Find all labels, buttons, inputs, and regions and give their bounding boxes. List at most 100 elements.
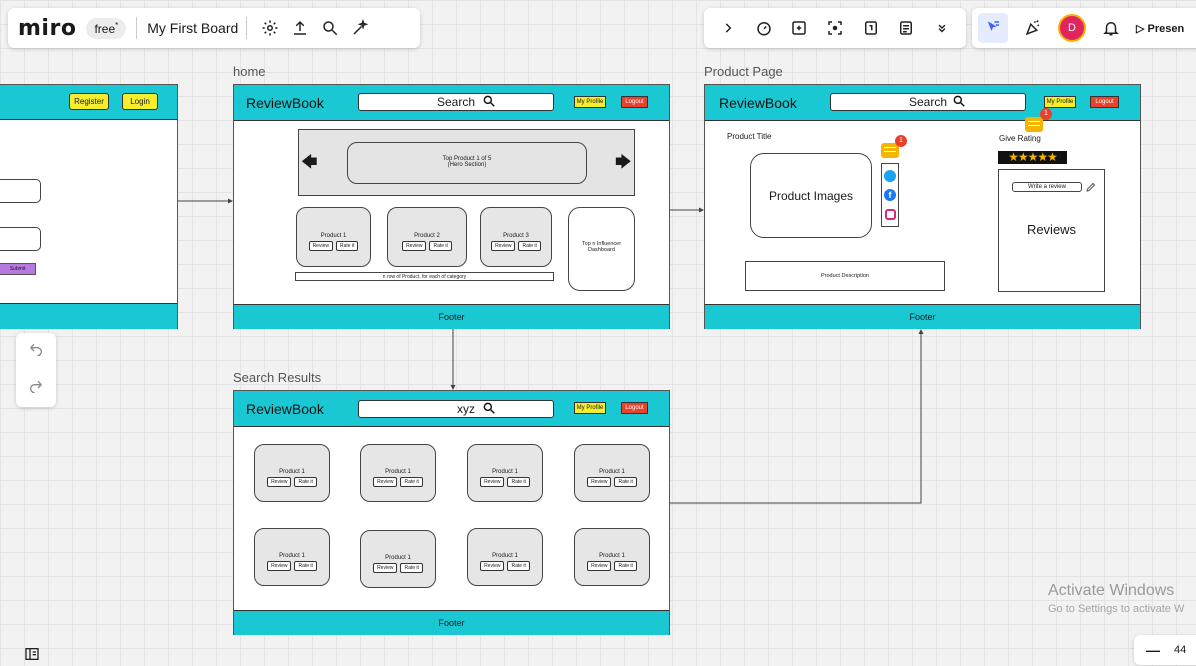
search-results-frame-label[interactable]: Search Results — [233, 370, 321, 385]
rate-button[interactable]: Rate it — [335, 241, 359, 251]
twitter-icon[interactable] — [884, 169, 896, 182]
pencil-icon[interactable] — [1085, 180, 1097, 198]
result-product-card[interactable]: Product 1 Review Rate it — [574, 528, 650, 586]
rate-button[interactable]: Rate it — [400, 563, 423, 573]
submit-button[interactable]: Submit — [0, 263, 36, 275]
miro-logo[interactable]: miro — [18, 16, 76, 41]
result-product-card[interactable]: Product 1 Review Rate it — [574, 444, 650, 502]
review-button[interactable]: Review — [267, 561, 292, 571]
results-search-icon[interactable] — [482, 401, 496, 420]
login-button[interactable]: Login — [122, 93, 158, 110]
review-button[interactable]: Review — [267, 477, 292, 487]
product-search-input[interactable]: Search — [830, 93, 1026, 111]
undo-icon[interactable] — [28, 342, 44, 361]
star-icon[interactable]: ★ — [1037, 150, 1048, 164]
home-my-profile-button[interactable]: My Profile — [574, 96, 606, 108]
home-frame-label[interactable]: home — [233, 64, 266, 79]
celebrate-icon[interactable] — [1018, 13, 1048, 43]
zoom-out-button[interactable]: — — [1146, 642, 1160, 658]
search-icon[interactable] — [315, 13, 345, 43]
star-icon[interactable]: ★ — [1008, 150, 1019, 164]
product-page-frame-label[interactable]: Product Page — [704, 64, 783, 79]
plan-badge[interactable]: free* — [86, 17, 127, 39]
home-search-input[interactable]: Search — [358, 93, 554, 111]
rate-button[interactable]: Rate it — [400, 477, 423, 487]
results-logout-button[interactable]: Logout — [621, 402, 648, 414]
review-button[interactable]: Review — [373, 477, 398, 487]
reviews-box[interactable]: Write a review Reviews — [998, 169, 1105, 292]
review-button[interactable]: Review — [587, 477, 612, 487]
focus-icon[interactable] — [820, 13, 850, 43]
vote-icon[interactable] — [856, 13, 886, 43]
result-product-card[interactable]: Product 1 Review Rate it — [467, 528, 543, 586]
password-field[interactable] — [0, 227, 41, 251]
product-logout-button[interactable]: Logout — [1090, 96, 1119, 108]
result-product-card[interactable]: Product 1 Review Rate it — [360, 444, 436, 502]
magic-wand-icon[interactable] — [345, 13, 375, 43]
rate-button[interactable]: Rate it — [507, 561, 530, 571]
review-button[interactable]: Review — [480, 477, 505, 487]
write-review-input[interactable]: Write a review — [1012, 182, 1082, 192]
product-page-frame[interactable]: ReviewBook Search My Profile Logout Prod… — [704, 84, 1141, 329]
double-chevron-down-icon[interactable] — [927, 13, 957, 43]
result-product-card[interactable]: Product 1 Review Rate it — [360, 530, 436, 588]
results-my-profile-button[interactable]: My Profile — [574, 402, 606, 414]
home-logout-button[interactable]: Logout — [621, 96, 648, 108]
review-button[interactable]: Review — [587, 561, 612, 571]
rate-button[interactable]: Rate it — [614, 561, 637, 571]
product-my-profile-button[interactable]: My Profile — [1044, 96, 1076, 108]
rate-button[interactable]: Rate it — [294, 561, 317, 571]
arrow-right-icon[interactable]: 🡆 — [615, 155, 632, 171]
redo-icon[interactable] — [28, 379, 44, 398]
star-icon[interactable]: ★ — [1028, 150, 1039, 164]
home-product-card[interactable]: Product 1 Review Rate it — [296, 207, 371, 267]
review-button[interactable]: Review — [308, 241, 333, 251]
chevron-right-icon[interactable] — [713, 13, 743, 43]
review-button[interactable]: Review — [373, 563, 398, 573]
home-frame[interactable]: ReviewBook Search My Profile Logout 🡄 🡆 … — [233, 84, 670, 329]
username-field[interactable] — [0, 179, 41, 203]
product-search-icon[interactable] — [952, 94, 966, 113]
timer-icon[interactable] — [749, 13, 779, 43]
results-search-input[interactable]: xyz — [358, 400, 554, 418]
comment-icon[interactable] — [1025, 117, 1043, 132]
home-product-card[interactable]: Product 2 Review Rate it — [387, 207, 467, 267]
star-icon[interactable]: ★ — [1018, 150, 1029, 164]
settings-icon[interactable] — [255, 13, 285, 43]
product-images[interactable]: Product Images — [750, 153, 872, 238]
result-product-card[interactable]: Product 1 Review Rate it — [254, 528, 330, 586]
search-results-frame[interactable]: ReviewBook xyz My Profile Logout Product… — [233, 390, 670, 635]
influencer-dashboard[interactable]: Top n Influencer Dashboard — [568, 207, 635, 291]
login-frame[interactable]: Register Login Submit — [0, 84, 178, 329]
cursor-follow-icon[interactable] — [978, 13, 1008, 43]
star-rating[interactable]: ★★★★★ — [998, 151, 1067, 164]
bell-icon[interactable] — [1096, 13, 1126, 43]
rate-button[interactable]: Rate it — [507, 477, 530, 487]
present-button[interactable]: ▷ Presen — [1136, 22, 1184, 35]
review-button[interactable]: Review — [491, 241, 516, 251]
rate-button[interactable]: Rate it — [429, 241, 452, 251]
notes-icon[interactable] — [891, 13, 921, 43]
rate-button[interactable]: Rate it — [294, 477, 317, 487]
register-button[interactable]: Register — [69, 93, 109, 110]
result-product-card[interactable]: Product 1 Review Rate it — [467, 444, 543, 502]
rate-button[interactable]: Rate it — [518, 241, 541, 251]
home-product-card[interactable]: Product 3 Review Rate it — [480, 207, 552, 267]
instagram-icon[interactable] — [884, 209, 896, 221]
result-product-card[interactable]: Product 1 Review Rate it — [254, 444, 330, 502]
home-search-icon[interactable] — [482, 94, 496, 113]
star-icon[interactable]: ★ — [1047, 150, 1058, 164]
upload-icon[interactable] — [285, 13, 315, 43]
product-description[interactable]: Product Description — [745, 261, 945, 291]
board-title[interactable]: My First Board — [147, 20, 238, 36]
hero-card[interactable]: Top Product 1 of 5 (Hero Section) — [347, 142, 587, 184]
avatar[interactable]: D — [1058, 14, 1086, 42]
facebook-icon[interactable]: f — [884, 189, 896, 202]
zoom-level[interactable]: 44 — [1174, 644, 1186, 656]
arrow-left-icon[interactable]: 🡄 — [301, 155, 318, 171]
rate-button[interactable]: Rate it — [614, 477, 637, 487]
sticky-add-icon[interactable] — [784, 13, 814, 43]
board-panel-icon[interactable] — [24, 647, 40, 666]
review-button[interactable]: Review — [402, 241, 427, 251]
review-button[interactable]: Review — [480, 561, 505, 571]
